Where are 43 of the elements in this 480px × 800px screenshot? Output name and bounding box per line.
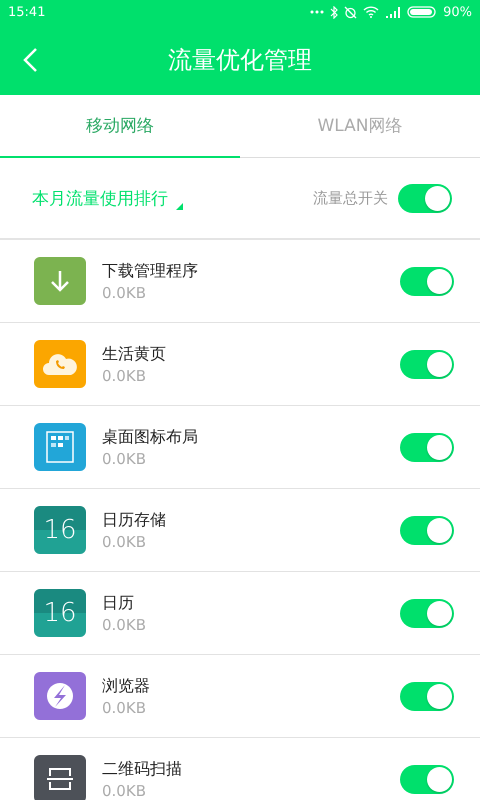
master-switch-label: 流量总开关 (313, 188, 388, 208)
data-usage: 0.0KB (102, 616, 147, 634)
app-name: 日历 (102, 592, 135, 614)
app-data-switch[interactable] (400, 350, 454, 378)
wifi-icon (363, 6, 380, 18)
app-name: 浏览器 (102, 676, 151, 696)
bluetooth-icon (330, 6, 338, 18)
app-data-switch[interactable] (400, 764, 454, 794)
page-title: 流量优化管理 (168, 44, 312, 76)
data-usage: 0.0KB (102, 782, 147, 800)
data-usage: 0.0KB (102, 450, 147, 468)
app-name: 二维码扫描 (102, 758, 183, 780)
app-data-switch[interactable] (400, 598, 454, 628)
sort-dropdown[interactable]: 本月流量使用排行 (32, 186, 168, 210)
data-usage: 0.0KB (102, 698, 147, 716)
alarm-off-icon (344, 6, 358, 18)
data-usage: 0.0KB (102, 284, 147, 302)
browser-icon (34, 672, 86, 720)
app-name: 生活黄页 (102, 344, 167, 364)
network-tab[interactable]: 移动网络 (0, 95, 240, 158)
app-data-switch[interactable] (400, 266, 454, 296)
app-data-switch[interactable] (400, 682, 454, 710)
app-name: 下载管理程序 (102, 260, 199, 282)
battery-icon (407, 6, 438, 18)
data-usage: 0.0KB (102, 532, 147, 550)
calendar-icon: 16 (34, 589, 86, 637)
signal-icon (385, 6, 402, 18)
app-data-switch[interactable] (400, 516, 454, 544)
battery-percent: 90% (443, 4, 472, 20)
back-icon[interactable] (22, 47, 38, 73)
app-grid-icon (34, 423, 86, 471)
status-time: 15:41 (8, 4, 46, 20)
data-usage: 0.0KB (102, 366, 147, 384)
network-tab[interactable]: WLAN网络 (240, 95, 480, 158)
more-dots-icon (310, 10, 324, 14)
scanner-icon (34, 755, 86, 800)
app-data-switch[interactable] (400, 432, 454, 462)
app-name: 日历存储 (102, 510, 167, 530)
dropdown-corner-icon (176, 202, 183, 210)
master-switch[interactable] (398, 184, 452, 212)
cloud-phone-icon (34, 340, 86, 388)
calendar-icon: 16 (34, 506, 86, 554)
app-name: 桌面图标布局 (102, 426, 199, 448)
